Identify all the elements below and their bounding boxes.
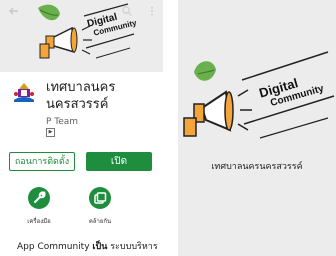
description-bold: เป็น bbox=[92, 242, 108, 252]
open-button[interactable]: เปิด bbox=[86, 152, 152, 171]
description-text: App Community เป็น ระบบบริหาร bbox=[17, 239, 163, 253]
splash-screenshot: Digital Community เทศบาลนครนครสวรรค์ bbox=[178, 0, 336, 256]
store-listing: Digital Community เทศบาลนครนครสวรรค์ P T… bbox=[0, 0, 163, 256]
similar-apps-button[interactable] bbox=[89, 187, 111, 209]
tools-button[interactable] bbox=[28, 187, 50, 209]
app-logo-icon bbox=[12, 80, 36, 104]
description-plain: App Community bbox=[17, 242, 93, 252]
description-rest: ระบบบริหาร bbox=[107, 242, 158, 252]
feature-banner: Digital Community bbox=[0, 0, 163, 72]
leaf-icon bbox=[38, 4, 60, 21]
similar-apps-icon bbox=[94, 192, 107, 204]
tools-label: เครื่องมือ bbox=[27, 218, 51, 225]
content-rating-badge: ▶ bbox=[46, 128, 55, 137]
wrench-icon bbox=[34, 191, 46, 203]
more-vert-icon[interactable] bbox=[144, 5, 160, 21]
search-icon[interactable] bbox=[119, 5, 135, 21]
developer-name[interactable]: P Team bbox=[46, 117, 78, 127]
similar-apps-label: คล้ายกัน bbox=[88, 218, 112, 225]
banner-illustration bbox=[38, 3, 135, 59]
back-arrow-icon[interactable] bbox=[6, 5, 22, 21]
app-title: เทศบาลนครนครสวรรค์ bbox=[46, 80, 116, 112]
splash-caption: เทศบาลนครนครสวรรค์ bbox=[211, 162, 303, 172]
uninstall-button[interactable]: ถอนการติดตั้ง bbox=[9, 152, 75, 171]
